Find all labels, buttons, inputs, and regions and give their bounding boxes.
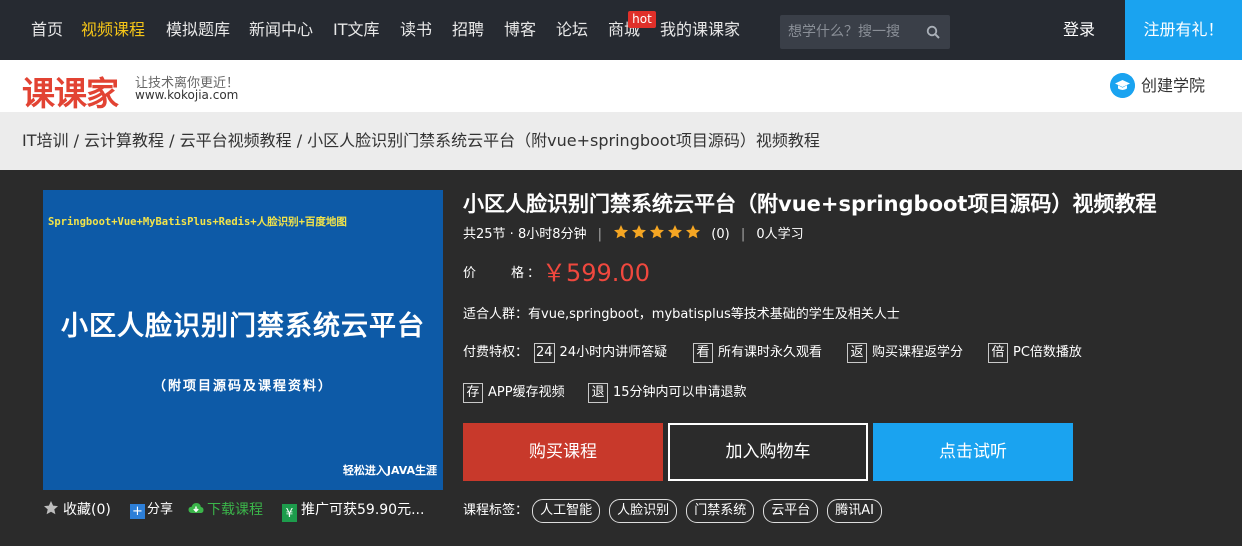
privilege-badge: 退 <box>588 383 608 403</box>
nav-topic-courses[interactable]: 专题课程 <box>662 60 726 112</box>
nav-reading[interactable]: 读书 <box>400 0 432 60</box>
cover-corner-text: 轻松进入JAVA生涯 <box>342 464 437 477</box>
create-academy-link[interactable]: 创建学院 <box>1110 60 1205 112</box>
nav-video-courses[interactable]: 视频课程 <box>81 0 145 60</box>
promotion-link[interactable]: ¥ 推广可获59.90元... <box>282 498 424 522</box>
graduation-cap-icon <box>1110 73 1135 98</box>
nav-help-center[interactable]: 帮助中心 <box>900 60 964 112</box>
course-tag[interactable]: 门禁系统 <box>686 499 755 523</box>
audience-text: 有vue,springboot，mybatisplus等技术基础的学生及相关人士 <box>528 307 900 322</box>
promo-label: 推广可获59.90元... <box>301 502 425 518</box>
separator: | <box>597 227 603 242</box>
logo-text: 课课家 <box>22 74 119 113</box>
favorite-label: 收藏(0) <box>63 502 111 518</box>
nav-discount-courses[interactable]: 名课折扣 <box>278 60 342 112</box>
audience-label: 适合人群： <box>463 307 529 322</box>
privilege-item: 存 APP缓存视频 <box>463 382 565 404</box>
search-icon[interactable] <box>926 25 940 39</box>
privilege-item: 看所有课时永久观看 <box>693 342 822 364</box>
course-tags: 课程标签： 人工智能 人脸识别 门禁系统 云平台 腾讯AI <box>463 498 891 524</box>
nav-blog[interactable]: 博客 <box>504 0 536 60</box>
target-audience: 适合人群：有vue,springboot，mybatisplus等技术基础的学生… <box>463 303 900 322</box>
download-label: 下载课程 <box>207 502 263 518</box>
free-trial-button[interactable]: 点击试听 <box>873 423 1073 481</box>
privilege-badge: 看 <box>693 343 713 363</box>
privileges-row-2: 存 APP缓存视频 退 15分钟内可以申请退款 <box>463 382 1083 404</box>
course-tag[interactable]: 人工智能 <box>532 499 601 523</box>
star-icon <box>44 501 58 515</box>
top-navbar: 首页 视频课程 模拟题库 新闻中心 IT文库 读书 招聘 博客 论坛 商城 ho… <box>0 0 1242 60</box>
privilege-text: 购买课程返学分 <box>872 345 964 360</box>
course-tag[interactable]: 云平台 <box>763 499 819 523</box>
share-button[interactable]: + 分享 <box>130 498 173 522</box>
hot-badge: hot <box>628 11 656 28</box>
course-cover-image[interactable]: Springboot+Vue+MyBatisPlus+Redis+人脸识别+百度… <box>43 190 443 490</box>
star-icon <box>632 225 647 239</box>
privilege-item: 退 15分钟内可以申请退款 <box>588 382 747 404</box>
review-count: (0) <box>711 227 730 242</box>
star-icon <box>686 225 701 239</box>
privilege-text: 15分钟内可以申请退款 <box>613 385 747 400</box>
site-logo[interactable]: 课课家 <box>22 67 119 115</box>
separator: | <box>740 227 746 242</box>
course-price: ￥599.00 <box>542 259 650 287</box>
rating-stars <box>613 224 703 247</box>
search-box <box>780 15 950 49</box>
logo-domain: www.kokojia.com <box>135 88 239 102</box>
privilege-text: 24小时内讲师答疑 <box>559 345 668 360</box>
add-to-cart-button[interactable]: 加入购物车 <box>668 423 868 481</box>
search-input[interactable] <box>780 15 920 49</box>
nav-news[interactable]: 新闻中心 <box>249 0 313 60</box>
nav-it-library[interactable]: IT文库 <box>333 0 380 60</box>
privilege-text: PC倍数播放 <box>1013 345 1082 360</box>
cloud-download-icon <box>188 503 204 513</box>
course-tag[interactable]: 腾讯AI <box>827 499 882 523</box>
nav-learning-path[interactable]: 学习线路图 <box>546 60 626 112</box>
price-label: 价 格： <box>463 266 544 281</box>
star-icon <box>650 225 665 239</box>
privileges-label: 付费特权： <box>463 345 529 360</box>
nav-free-courses[interactable]: 免费课程 <box>378 60 442 112</box>
buy-course-button[interactable]: 购买课程 <box>463 423 663 481</box>
tags-label: 课程标签： <box>463 503 529 518</box>
nav-home[interactable]: 首页 <box>31 0 63 60</box>
privilege-badge: 24 <box>534 343 555 363</box>
nav-mock-exams[interactable]: 模拟题库 <box>166 0 230 60</box>
star-icon <box>614 225 629 239</box>
privilege-item: 倍 PC倍数播放 <box>988 342 1082 364</box>
lesson-count: 共25节 · 8小时8分钟 <box>463 227 587 242</box>
breadcrumb[interactable]: IT培训 / 云计算教程 / 云平台视频教程 / 小区人脸识别门禁系统云平台（附… <box>22 112 820 170</box>
privilege-badge: 返 <box>847 343 867 363</box>
yen-icon: ¥ <box>282 504 297 522</box>
star-icon <box>668 225 683 239</box>
nav-my-kokojia[interactable]: 我的课课家 <box>660 0 740 60</box>
nav-jobs[interactable]: 招聘 <box>452 0 484 60</box>
course-tag[interactable]: 人脸识别 <box>609 499 678 523</box>
privileges-row-1: 付费特权： 24 24小时内讲师答疑 看所有课时永久观看 返购买课程返学分 倍 PC… <box>463 342 1083 364</box>
privilege-badge: 存 <box>463 383 483 403</box>
cover-title: 小区人脸识别门禁系统云平台 <box>61 311 425 342</box>
privilege-item: 返购买课程返学分 <box>847 342 963 364</box>
learner-count: 0人学习 <box>756 227 804 242</box>
privilege-text: APP缓存视频 <box>488 385 565 400</box>
privilege-item: 24 24小时内讲师答疑 <box>534 342 667 364</box>
cover-tech-stack: Springboot+Vue+MyBatisPlus+Redis+人脸识别+百度… <box>48 216 347 228</box>
register-button[interactable]: 注册有礼！ <box>1125 0 1242 60</box>
course-title: 小区人脸识别门禁系统云平台（附vue+springboot项目源码）视频教程 <box>463 192 1157 216</box>
nav-forum[interactable]: 论坛 <box>556 0 588 60</box>
share-label: 分享 <box>147 502 174 517</box>
privilege-text: 所有课时永久观看 <box>718 345 823 360</box>
share-icon: + <box>130 504 145 519</box>
cover-subtitle: （附项目源码及课程资料） <box>152 379 333 394</box>
nav-wechat-app[interactable]: 公众号/APP端 <box>762 60 862 112</box>
nav-mall[interactable]: 商城 <box>608 0 640 60</box>
course-meta: 共25节 · 8小时8分钟 | (0) | 0人学习 <box>463 224 804 244</box>
download-course-link[interactable]: 下载课程 <box>188 498 263 522</box>
login-link[interactable]: 登录 <box>1063 0 1095 60</box>
nav-packages[interactable]: 套餐 <box>478 60 510 112</box>
privilege-badge: 倍 <box>988 343 1008 363</box>
favorite-button[interactable]: 收藏(0) <box>43 498 111 522</box>
